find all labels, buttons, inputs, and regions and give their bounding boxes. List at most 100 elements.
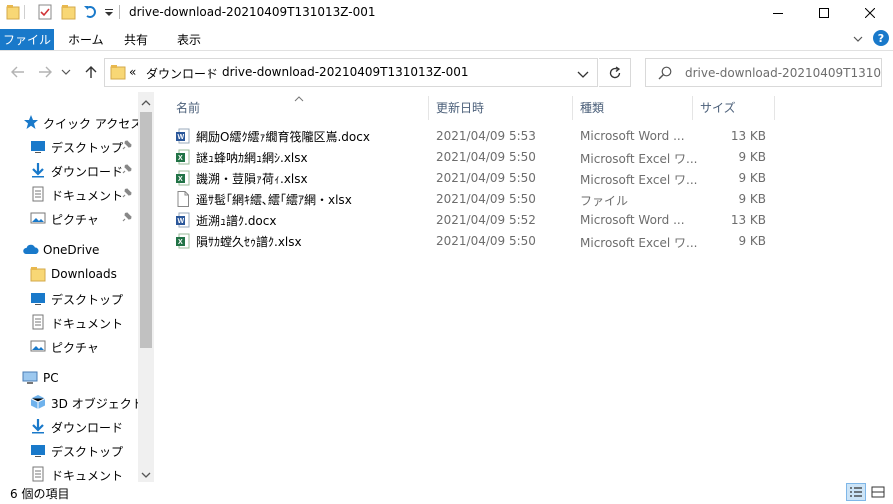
nav-label: クイック アクセス	[43, 117, 143, 131]
svg-text:X: X	[178, 155, 183, 162]
details-view-icon	[850, 487, 862, 497]
nav-item-onedrive-downloads[interactable]: Downloads	[0, 263, 138, 285]
breadcrumb-current-folder[interactable]: drive-download-20210409T131013Z-001	[222, 65, 469, 79]
file-row[interactable]: W 網励O繧ｸ繧ｧ繝育筏隴区嶌.docx 2021/04/09 5:53 Mic…	[168, 125, 778, 146]
refresh-icon	[609, 65, 620, 78]
column-divider[interactable]	[572, 96, 573, 120]
large-icons-view-button[interactable]	[868, 483, 888, 501]
close-button[interactable]	[847, 0, 893, 25]
search-icon	[658, 66, 672, 83]
tab-view[interactable]: 表示	[177, 29, 201, 50]
document-icon	[30, 314, 46, 330]
address-bar[interactable]: « ダウンロード › drive-download-20210409T13101…	[104, 58, 598, 87]
svg-text:X: X	[178, 239, 183, 246]
file-row[interactable]: 遥ｻ髢｢網ｷ繧､繧｢繧ｱ網・xlsx 2021/04/09 5:50 ファイル …	[168, 188, 778, 209]
column-divider[interactable]	[428, 96, 429, 120]
tab-share[interactable]: 共有	[124, 29, 148, 50]
nav-pc[interactable]: PC	[0, 367, 138, 389]
file-row[interactable]: W 逝溯ｭ譜ｸ.docx 2021/04/09 5:52 Microsoft W…	[168, 209, 778, 230]
navigation-pane: クイック アクセス デスクトップ ダウンロード ドキュメント ピクチャ OneD…	[0, 92, 154, 482]
file-name: 譏溯・荳隕ｧ荷ｨ.xlsx	[196, 172, 308, 186]
nav-label: ピクチャ	[51, 213, 99, 227]
file-type: Microsoft Excel ワ...	[580, 173, 698, 187]
nav-item-desktop[interactable]: デスクトップ	[0, 135, 138, 157]
tab-file[interactable]: ファイル	[0, 29, 54, 50]
scroll-down-icon[interactable]	[141, 468, 151, 482]
file-name: 遥ｻ髢｢網ｷ繧､繧｢繧ｱ網・xlsx	[196, 193, 352, 207]
breadcrumb-separator-icon[interactable]: ›	[207, 65, 212, 79]
column-size[interactable]: サイズ	[700, 99, 736, 116]
address-history-dropdown[interactable]	[577, 68, 589, 82]
customize-toolbar-icon[interactable]	[104, 3, 114, 21]
minimize-button[interactable]	[755, 0, 801, 25]
breadcrumb-overflow[interactable]: «	[129, 65, 136, 79]
details-view-button[interactable]	[846, 483, 866, 501]
maximize-button[interactable]	[801, 0, 847, 25]
nav-label: PC	[43, 371, 59, 385]
file-type: ファイル	[580, 194, 629, 208]
new-folder-icon[interactable]	[61, 3, 77, 21]
desktop-icon	[30, 442, 46, 458]
nav-item-onedrive-desktop[interactable]: デスクトップ	[0, 287, 138, 309]
column-header: 名前 更新日時 種類 サイズ	[168, 94, 883, 120]
file-size: 13 KB	[730, 213, 766, 227]
nav-item-pc-documents[interactable]: ドキュメント	[0, 463, 138, 482]
file-row[interactable]: X 隕ｻｶ螳久ｾｩ譜ｸ.xlsx 2021/04/09 5:50 Microso…	[168, 230, 778, 251]
nav-item-onedrive-pictures[interactable]: ピクチャ	[0, 335, 138, 357]
pin-icon[interactable]	[122, 163, 132, 177]
expand-ribbon-icon[interactable]	[852, 33, 864, 48]
nav-quick-access[interactable]: クイック アクセス	[0, 111, 142, 133]
properties-icon[interactable]	[37, 3, 53, 21]
refresh-button[interactable]	[599, 58, 631, 87]
recent-locations-button[interactable]	[59, 62, 73, 82]
up-button[interactable]	[81, 62, 101, 82]
file-name: 謎ｭ蜂呐ｶ網ｭ網ｼ.xlsx	[196, 151, 308, 165]
item-count: 6 個の項目	[10, 487, 70, 501]
file-name: 逝溯ｭ譜ｸ.docx	[196, 214, 277, 228]
column-divider[interactable]	[774, 96, 775, 120]
forward-button[interactable]	[35, 62, 55, 82]
window-title: drive-download-20210409T131013Z-001	[129, 5, 376, 19]
file-name: 網励O繧ｸ繧ｧ繝育筏隴区嶌.docx	[196, 130, 370, 144]
status-bar: 6 個の項目	[0, 482, 893, 504]
nav-label: ピクチャ	[51, 341, 99, 355]
title-bar: drive-download-20210409T131013Z-001	[0, 0, 893, 25]
search-box[interactable]: drive-download-20210409T131013Z-001	[645, 58, 882, 87]
nav-item-onedrive-documents[interactable]: ドキュメント	[0, 311, 138, 333]
nav-item-pc-desktop[interactable]: デスクトップ	[0, 439, 138, 461]
tab-home[interactable]: ホーム	[68, 29, 104, 50]
nav-item-3d-objects[interactable]: 3D オブジェクト	[0, 391, 144, 413]
help-icon[interactable]: ?	[873, 30, 889, 46]
nav-item-documents[interactable]: ドキュメント	[0, 183, 138, 205]
nav-item-downloads[interactable]: ダウンロード	[0, 159, 138, 181]
nav-onedrive[interactable]: OneDrive	[0, 239, 138, 261]
title-divider	[119, 5, 120, 19]
search-placeholder: drive-download-20210409T131013Z-001	[685, 66, 882, 80]
column-date[interactable]: 更新日時	[436, 99, 484, 116]
nav-label: デスクトップ	[51, 445, 124, 459]
file-row[interactable]: X 謎ｭ蜂呐ｶ網ｭ網ｼ.xlsx 2021/04/09 5:50 Microso…	[168, 146, 778, 167]
large-icons-view-icon	[871, 486, 885, 498]
scrollbar-thumb[interactable]	[140, 112, 152, 348]
nav-pane-scrollbar[interactable]	[138, 92, 154, 482]
pin-icon[interactable]	[122, 187, 132, 201]
nav-label: ダウンロード	[51, 165, 124, 179]
picture-icon	[30, 210, 46, 226]
file-size: 9 KB	[738, 192, 766, 206]
column-divider[interactable]	[692, 96, 693, 120]
undo-icon[interactable]	[82, 3, 98, 21]
document-icon	[30, 466, 46, 482]
pin-icon[interactable]	[122, 139, 132, 153]
scroll-up-icon[interactable]	[141, 96, 151, 110]
file-row[interactable]: X 譏溯・荳隕ｧ荷ｨ.xlsx 2021/04/09 5:50 Microsof…	[168, 167, 778, 188]
excel-file-icon: X	[176, 149, 190, 165]
pin-icon[interactable]	[122, 211, 132, 225]
column-type[interactable]: 種類	[580, 99, 604, 116]
column-name[interactable]: 名前	[176, 99, 200, 116]
desktop-icon	[30, 138, 46, 154]
back-button[interactable]	[8, 62, 28, 82]
nav-item-pictures[interactable]: ピクチャ	[0, 207, 138, 229]
nav-label: 3D オブジェクト	[51, 397, 144, 411]
excel-file-icon: X	[176, 170, 190, 186]
nav-item-pc-downloads[interactable]: ダウンロード	[0, 415, 138, 437]
